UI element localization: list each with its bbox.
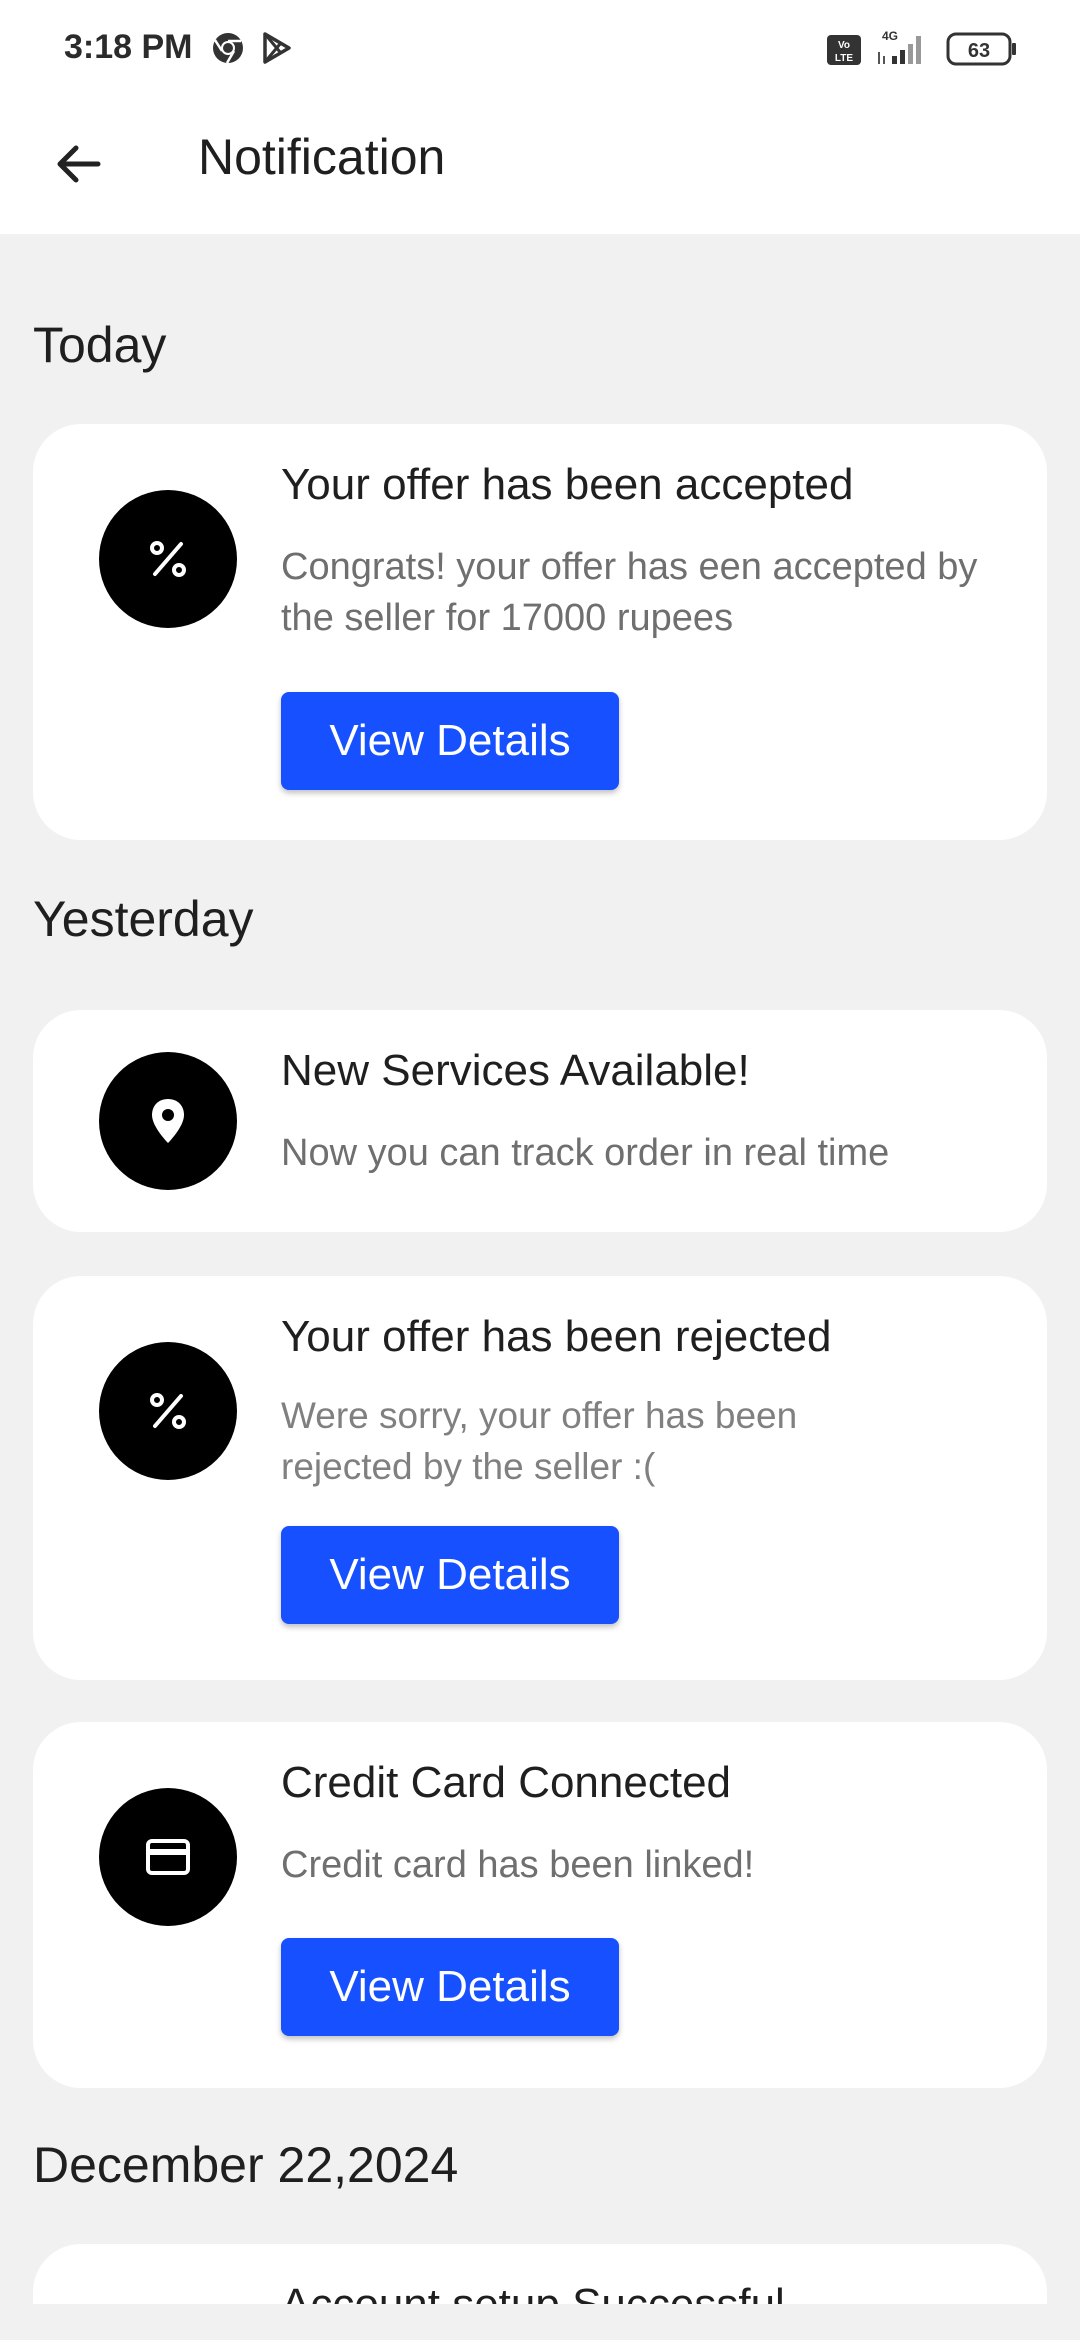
arrow-left-icon <box>57 145 101 183</box>
page-title: Notification <box>198 129 446 185</box>
notification-card-account-setup[interactable]: Account setup Successful <box>33 2244 1047 2304</box>
location-pin-icon <box>99 1052 237 1190</box>
signal-icon: 4G <box>874 28 934 73</box>
notification-text: Now you can track order in real time <box>281 1132 890 1174</box>
notification-title: Account setup Successful <box>281 2280 1007 2304</box>
notification-text: Congrats! your offer has een accepted by… <box>281 546 978 639</box>
section-title-december-22-2024: December 22,2024 <box>33 2137 459 2193</box>
view-details-button[interactable]: View Details <box>281 692 619 790</box>
battery-icon: 63 <box>946 32 1018 71</box>
credit-card-icon <box>99 1788 237 1926</box>
notification-title: New Services Available! <box>281 1046 750 1095</box>
battery-level: 63 <box>968 40 990 62</box>
notification-title: Your offer has been accepted <box>281 460 854 509</box>
notification-title: Credit Card Connected <box>281 1758 732 1807</box>
notification-card-offer-rejected[interactable]: Your offer has been rejected Were sorry,… <box>33 1276 1047 1680</box>
percent-icon <box>99 490 237 628</box>
svg-text:Vo: Vo <box>838 40 850 51</box>
section-title-yesterday: Yesterday <box>33 891 254 947</box>
svg-text:LTE: LTE <box>835 53 853 64</box>
notification-text: Credit card has been linked! <box>281 1844 755 1886</box>
status-time: 3:18 PM <box>64 28 193 66</box>
volte-icon: Vo LTE <box>826 34 862 71</box>
status-bar: 3:18 PM Vo LTE 4G 63 <box>0 0 1080 100</box>
notification-list[interactable]: Today Your offer has been accepted Congr… <box>0 234 1080 2304</box>
play-store-icon <box>258 30 294 71</box>
svg-text:4G: 4G <box>882 29 898 43</box>
notification-title: Your offer has been rejected <box>281 1312 832 1361</box>
percent-icon <box>99 1342 237 1480</box>
notification-text: Were sorry, your offer has been rejected… <box>281 1395 798 1487</box>
notification-card-credit-card[interactable]: Credit Card Connected Credit card has be… <box>33 1722 1047 2088</box>
app-bar: Notification <box>0 100 1080 234</box>
chrome-icon <box>210 30 246 71</box>
notification-card-new-services[interactable]: New Services Available! Now you can trac… <box>33 1010 1047 1232</box>
notification-card-offer-accepted[interactable]: Your offer has been accepted Congrats! y… <box>33 424 1047 840</box>
system-nav-bar <box>0 2304 1080 2340</box>
back-button[interactable] <box>40 126 116 202</box>
section-title-today: Today <box>33 317 167 373</box>
view-details-button[interactable]: View Details <box>281 1526 619 1624</box>
view-details-button[interactable]: View Details <box>281 1938 619 2036</box>
